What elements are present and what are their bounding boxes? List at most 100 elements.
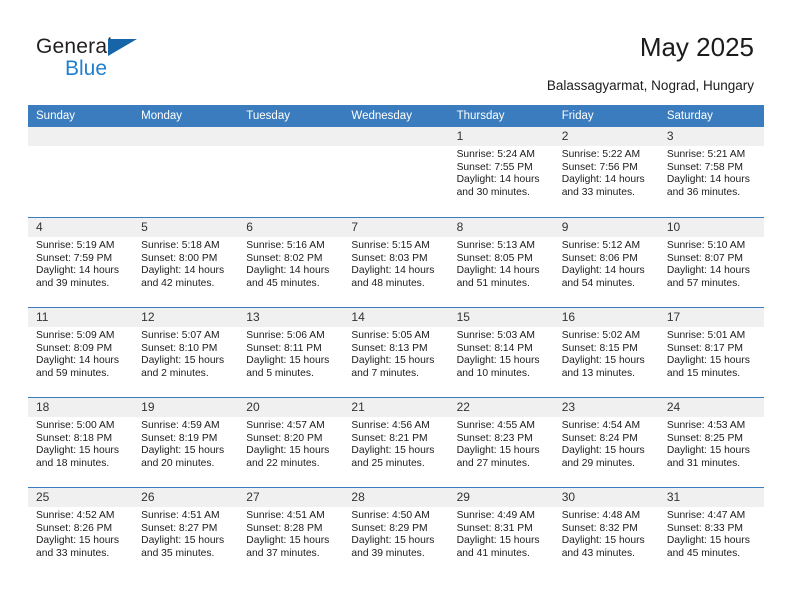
calendar-day-cell[interactable]: 29 Sunrise: 4:49 AM Sunset: 8:31 PM Dayligh… [448, 488, 554, 577]
day-number-band [343, 127, 449, 146]
daylight-text-line1: Daylight: 14 hours [36, 265, 119, 277]
calendar-day-cell[interactable]: 12 Sunrise: 5:07 AM Sunset: 8:10 PM Dayligh… [133, 308, 239, 397]
day-number: 23 [561, 400, 576, 414]
daylight-text-line2: and 42 minutes. [141, 277, 215, 289]
calendar-day-cell[interactable]: 26 Sunrise: 4:51 AM Sunset: 8:27 PM Dayligh… [133, 488, 239, 577]
calendar-day-cell[interactable]: 10 Sunrise: 5:10 AM Sunset: 8:07 PM Dayligh… [658, 218, 764, 307]
daylight-text-line2: and 2 minutes. [141, 367, 209, 379]
calendar-day-cell[interactable]: 27 Sunrise: 4:51 AM Sunset: 8:28 PM Dayligh… [238, 488, 344, 577]
weekday-header-wednesday: Wednesday [351, 110, 412, 122]
daylight-text-line1: Daylight: 14 hours [456, 265, 540, 277]
calendar-day-cell[interactable]: 5 Sunrise: 5:18 AM Sunset: 8:00 PM Daylight… [133, 218, 239, 307]
calendar-day-cell[interactable]: 4 Sunrise: 5:19 AM Sunset: 7:59 PM Daylight… [28, 218, 134, 307]
daylight-text-line1: Daylight: 15 hours [351, 535, 435, 547]
day-details: Sunrise: 5:13 AM Sunset: 8:05 PM Daylight:… [449, 237, 554, 290]
sunrise-text: Sunrise: 4:50 AM [351, 510, 430, 521]
calendar-day-cell[interactable]: 21 Sunrise: 4:56 AM Sunset: 8:21 PM Dayligh… [343, 398, 449, 487]
daylight-text-line2: and 48 minutes. [351, 277, 425, 289]
daylight-text-line2: and 33 minutes. [561, 186, 635, 198]
day-details: Sunrise: 4:47 AM Sunset: 8:33 PM Daylight:… [659, 507, 764, 560]
sunset-text: Sunset: 7:55 PM [456, 161, 533, 173]
daylight-text-line2: and 43 minutes. [561, 547, 635, 559]
sunrise-text: Sunrise: 5:13 AM [456, 240, 535, 251]
triangle-icon [108, 39, 137, 56]
sunset-text: Sunset: 8:21 PM [351, 432, 428, 444]
calendar-day-cell[interactable]: 8 Sunrise: 5:13 AM Sunset: 8:05 PM Daylight… [448, 218, 554, 307]
calendar-day-cell[interactable]: 24 Sunrise: 4:53 AM Sunset: 8:25 PM Dayligh… [658, 398, 764, 487]
sunset-text: Sunset: 8:03 PM [351, 252, 428, 264]
day-details: Sunrise: 5:06 AM Sunset: 8:11 PM Daylight:… [238, 327, 343, 380]
calendar-day-cell[interactable]: 3 Sunrise: 5:21 AM Sunset: 7:58 PM Daylight… [658, 127, 764, 217]
day-details: Sunrise: 5:12 AM Sunset: 8:06 PM Daylight:… [554, 237, 659, 290]
day-number-band: 6 [238, 218, 344, 237]
day-details: Sunrise: 4:52 AM Sunset: 8:26 PM Daylight:… [28, 507, 133, 560]
daylight-text-line1: Daylight: 15 hours [666, 355, 750, 367]
daylight-text-line1: Daylight: 15 hours [561, 355, 645, 367]
day-number: 4 [36, 220, 43, 234]
daylight-text-line1: Daylight: 14 hours [456, 174, 540, 186]
calendar-day-cell[interactable]: 20 Sunrise: 4:57 AM Sunset: 8:20 PM Dayligh… [238, 398, 344, 487]
day-details: Sunrise: 4:48 AM Sunset: 8:32 PM Daylight:… [554, 507, 659, 560]
day-number-band: 28 [343, 488, 449, 507]
day-number-band [238, 127, 344, 146]
calendar-day-cell[interactable]: 30 Sunrise: 4:48 AM Sunset: 8:32 PM Dayligh… [553, 488, 659, 577]
day-number: 28 [351, 490, 365, 504]
calendar-day-cell[interactable]: 7 Sunrise: 5:15 AM Sunset: 8:03 PM Daylight… [343, 218, 449, 307]
sunset-text: Sunset: 8:20 PM [246, 432, 323, 444]
daylight-text-line1: Daylight: 15 hours [456, 355, 540, 367]
calendar-day-cell[interactable]: 11 Sunrise: 5:09 AM Sunset: 8:09 PM Dayligh… [28, 308, 134, 397]
day-number: 24 [666, 400, 681, 414]
calendar-day-cell[interactable]: 25 Sunrise: 4:52 AM Sunset: 8:26 PM Dayligh… [28, 488, 134, 577]
calendar-day-cell[interactable]: 17 Sunrise: 5:01 AM Sunset: 8:17 PM Dayligh… [658, 308, 764, 397]
daylight-text-line1: Daylight: 14 hours [246, 265, 330, 277]
general-blue-logo[interactable]: General Blue [36, 36, 196, 88]
calendar-day-cell[interactable]: 6 Sunrise: 5:16 AM Sunset: 8:02 PM Daylight… [238, 218, 344, 307]
day-details: Sunrise: 4:49 AM Sunset: 8:31 PM Daylight:… [449, 507, 554, 560]
calendar-day-cell[interactable]: 1 Sunrise: 5:24 AM Sunset: 7:55 PM Daylight… [448, 127, 554, 217]
sunset-text: Sunset: 7:59 PM [36, 252, 113, 264]
calendar-day-cell[interactable]: 14 Sunrise: 5:05 AM Sunset: 8:13 PM Dayligh… [343, 308, 449, 397]
sunset-text: Sunset: 8:10 PM [141, 342, 218, 354]
calendar-day-cell[interactable]: 2 Sunrise: 5:22 AM Sunset: 7:56 PM Daylight… [553, 127, 659, 217]
calendar-day-cell[interactable]: 23 Sunrise: 4:54 AM Sunset: 8:24 PM Dayligh… [553, 398, 659, 487]
sunrise-text: Sunrise: 4:48 AM [561, 510, 641, 521]
calendar-day-cell[interactable]: 9 Sunrise: 5:12 AM Sunset: 8:06 PM Daylight… [553, 218, 659, 307]
weekday-header-friday: Friday [561, 110, 594, 122]
day-details: Sunrise: 4:59 AM Sunset: 8:19 PM Daylight:… [133, 417, 238, 470]
day-number-band: 9 [553, 218, 659, 237]
calendar-day-cell[interactable]: 28 Sunrise: 4:50 AM Sunset: 8:29 PM Dayligh… [343, 488, 449, 577]
daylight-text-line2: and 36 minutes. [666, 186, 741, 198]
calendar-day-cell[interactable]: 31 Sunrise: 4:47 AM Sunset: 8:33 PM Dayligh… [658, 488, 764, 577]
calendar-day-cell[interactable]: 22 Sunrise: 4:55 AM Sunset: 8:23 PM Dayligh… [448, 398, 554, 487]
calendar-day-cell[interactable]: 19 Sunrise: 4:59 AM Sunset: 8:19 PM Dayligh… [133, 398, 239, 487]
sunrise-text: Sunrise: 4:54 AM [561, 420, 641, 431]
sunset-text: Sunset: 8:32 PM [561, 522, 638, 534]
daylight-text-line1: Daylight: 15 hours [666, 535, 750, 547]
sunrise-text: Sunrise: 4:59 AM [141, 420, 220, 431]
day-number: 15 [456, 310, 470, 324]
day-number: 22 [456, 400, 470, 414]
calendar-day-cell[interactable]: 18 Sunrise: 5:00 AM Sunset: 8:18 PM Dayligh… [28, 398, 134, 487]
day-number-band: 4 [28, 218, 134, 237]
sunset-text: Sunset: 8:31 PM [456, 522, 533, 534]
day-number-band: 11 [28, 308, 134, 327]
day-number: 5 [141, 220, 148, 234]
calendar-day-cell[interactable]: 13 Sunrise: 5:06 AM Sunset: 8:11 PM Dayligh… [238, 308, 344, 397]
day-number: 14 [351, 310, 365, 324]
sunset-text: Sunset: 8:26 PM [36, 522, 113, 534]
sunset-text: Sunset: 8:05 PM [456, 252, 533, 264]
daylight-text-line1: Daylight: 15 hours [36, 535, 119, 547]
daylight-text-line1: Daylight: 15 hours [141, 535, 225, 547]
sunrise-text: Sunrise: 5:15 AM [351, 240, 430, 251]
calendar-day-cell[interactable]: 15 Sunrise: 5:03 AM Sunset: 8:14 PM Dayligh… [448, 308, 554, 397]
sunset-text: Sunset: 8:06 PM [561, 252, 638, 264]
daylight-text-line2: and 57 minutes. [666, 277, 741, 289]
sunrise-text: Sunrise: 4:51 AM [141, 510, 220, 521]
page-subtitle-location: Balassagyarmat, Nograd, Hungary [546, 78, 754, 93]
daylight-text-line1: Daylight: 14 hours [351, 265, 435, 277]
day-details: Sunrise: 5:09 AM Sunset: 8:09 PM Daylight:… [28, 327, 133, 380]
day-details: Sunrise: 5:22 AM Sunset: 7:56 PM Daylight:… [554, 146, 659, 199]
calendar-day-cell[interactable]: 16 Sunrise: 5:02 AM Sunset: 8:15 PM Dayligh… [553, 308, 659, 397]
day-details: Sunrise: 5:07 AM Sunset: 8:10 PM Daylight:… [133, 327, 238, 380]
day-details: Sunrise: 4:55 AM Sunset: 8:23 PM Daylight:… [449, 417, 554, 470]
